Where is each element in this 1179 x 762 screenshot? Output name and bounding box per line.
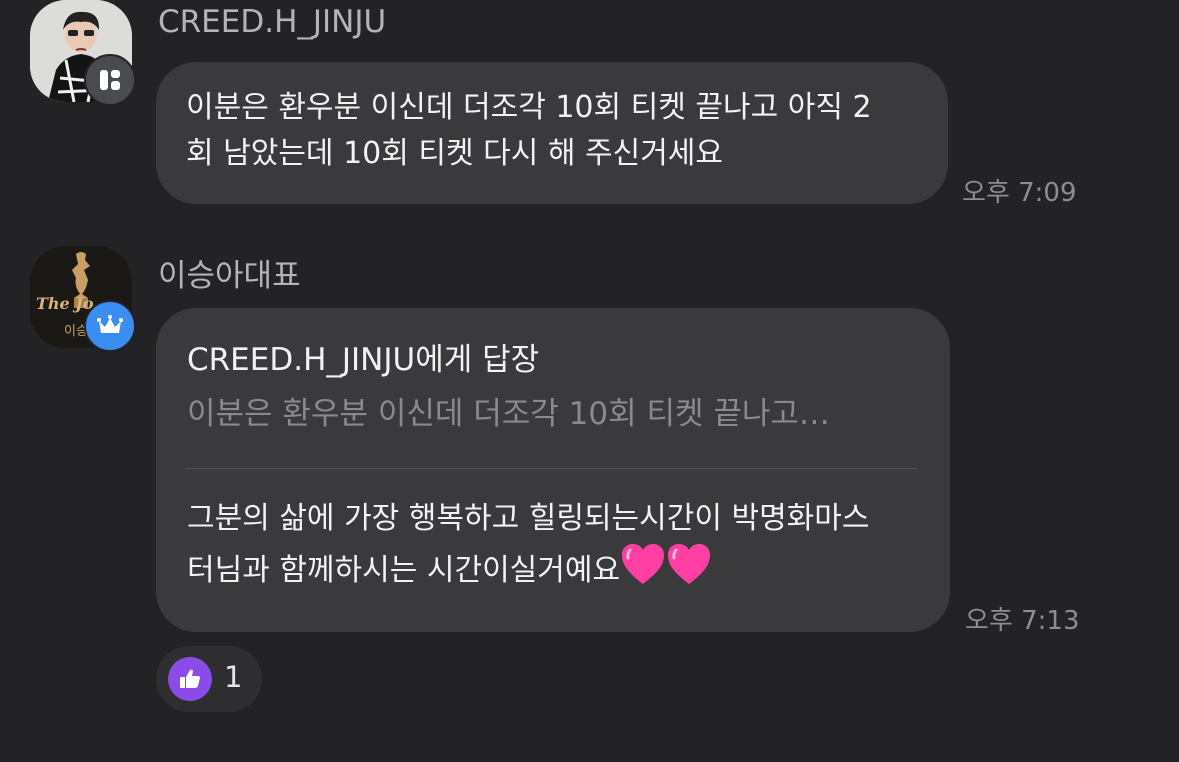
pink-heart-icon xyxy=(620,542,666,600)
message-line-with-emoji: 터님과 함께하시는 시간이실거예요 xyxy=(187,542,927,600)
quoted-message[interactable]: 이분은 환우분 이신데 더조각 10회 티켓 끝나고… xyxy=(187,394,917,434)
sender-name[interactable]: 이승아대표 xyxy=(158,250,301,295)
reaction-count: 1 xyxy=(224,660,243,694)
message-line: 그분의 삶에 가장 행복하고 힐링되는시간이 박명화마스 xyxy=(187,501,870,536)
message-timestamp: 오후 7:13 xyxy=(965,606,1080,636)
reply-header[interactable]: CREED.H_JINJU에게 답장 xyxy=(187,340,539,380)
chat-screen: CREED.H_JINJU 이분은 환우분 이신데 더조각 10회 티켓 끝나고… xyxy=(0,0,1179,762)
message-text: 이분은 환우분 이신데 더조각 10회 티켓 끝나고 아직 2 회 남았는데 1… xyxy=(186,85,926,177)
thumbs-up-icon xyxy=(168,657,212,701)
crown-icon xyxy=(84,300,136,352)
reaction-chip[interactable]: 1 xyxy=(156,646,262,712)
reply-divider xyxy=(185,468,917,469)
sender-name[interactable]: CREED.H_JINJU xyxy=(158,4,386,40)
message-line: 회 남았는데 10회 티켓 다시 해 주신거세요 xyxy=(186,136,723,171)
avatar-logo-text: The Jo xyxy=(36,294,94,313)
pink-heart-icon xyxy=(666,542,712,600)
message-timestamp: 오후 7:09 xyxy=(962,178,1077,208)
message-bubble[interactable]: CREED.H_JINJU에게 답장 이분은 환우분 이신데 더조각 10회 티… xyxy=(156,308,950,632)
app-badge-icon xyxy=(84,54,136,106)
message-line: 터님과 함께하시는 시간이실거예요 xyxy=(187,553,621,588)
message-bubble[interactable]: 이분은 환우분 이신데 더조각 10회 티켓 끝나고 아직 2 회 남았는데 1… xyxy=(156,62,948,204)
message-line: 이분은 환우분 이신데 더조각 10회 티켓 끝나고 아직 2 xyxy=(186,90,872,125)
message-text: 그분의 삶에 가장 행복하고 힐링되는시간이 박명화마스 터님과 함께하시는 시… xyxy=(187,496,927,600)
